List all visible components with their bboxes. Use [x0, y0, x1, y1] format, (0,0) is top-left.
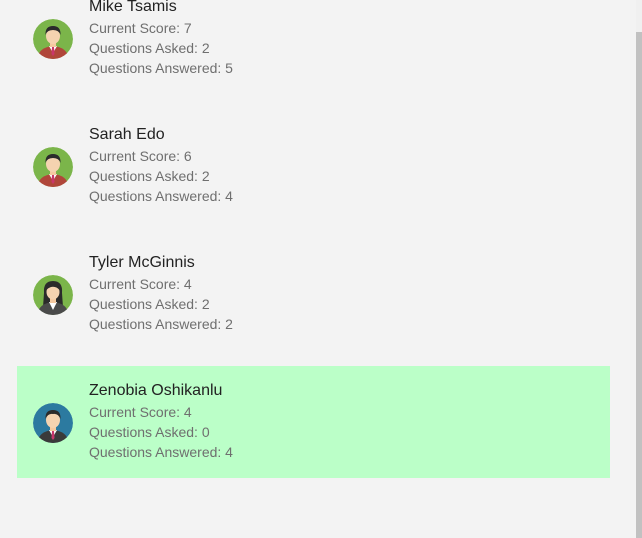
leaderboard-viewport: Mike Tsamis Current Score: 7 Questions A… — [0, 0, 642, 538]
user-info: Mike Tsamis Current Score: 7 Questions A… — [89, 0, 233, 78]
user-row-selected[interactable]: Zenobia Oshikanlu Current Score: 4 Quest… — [17, 366, 610, 478]
scrollbar-thumb[interactable] — [636, 32, 642, 538]
questions-answered: Questions Answered: 4 — [89, 188, 233, 204]
businessman-avatar-icon — [33, 403, 73, 443]
current-score: Current Score: 4 — [89, 404, 192, 420]
questions-answered: Questions Answered: 2 — [89, 316, 233, 332]
current-score: Current Score: 6 — [89, 148, 192, 164]
user-row[interactable]: Tyler McGinnis Current Score: 4 Question… — [17, 238, 610, 350]
user-row[interactable]: Mike Tsamis Current Score: 7 Questions A… — [17, 0, 610, 94]
current-score: Current Score: 7 — [89, 20, 192, 36]
user-list: Mike Tsamis Current Score: 7 Questions A… — [17, 0, 610, 494]
questions-asked: Questions Asked: 2 — [89, 40, 210, 56]
female-avatar-icon — [33, 275, 73, 315]
male-avatar-icon — [33, 147, 73, 187]
user-info: Tyler McGinnis Current Score: 4 Question… — [89, 253, 233, 334]
questions-answered: Questions Answered: 4 — [89, 444, 233, 460]
user-name: Mike Tsamis — [89, 0, 177, 15]
user-info: Zenobia Oshikanlu Current Score: 4 Quest… — [89, 381, 233, 462]
questions-answered: Questions Answered: 5 — [89, 60, 233, 76]
questions-asked: Questions Asked: 2 — [89, 168, 210, 184]
current-score: Current Score: 4 — [89, 276, 192, 292]
user-name: Tyler McGinnis — [89, 254, 195, 271]
user-info: Sarah Edo Current Score: 6 Questions Ask… — [89, 125, 233, 206]
user-name: Sarah Edo — [89, 126, 165, 143]
questions-asked: Questions Asked: 0 — [89, 424, 210, 440]
user-name: Zenobia Oshikanlu — [89, 382, 223, 399]
user-row[interactable]: Sarah Edo Current Score: 6 Questions Ask… — [17, 110, 610, 222]
male-avatar-icon — [33, 19, 73, 59]
questions-asked: Questions Asked: 2 — [89, 296, 210, 312]
